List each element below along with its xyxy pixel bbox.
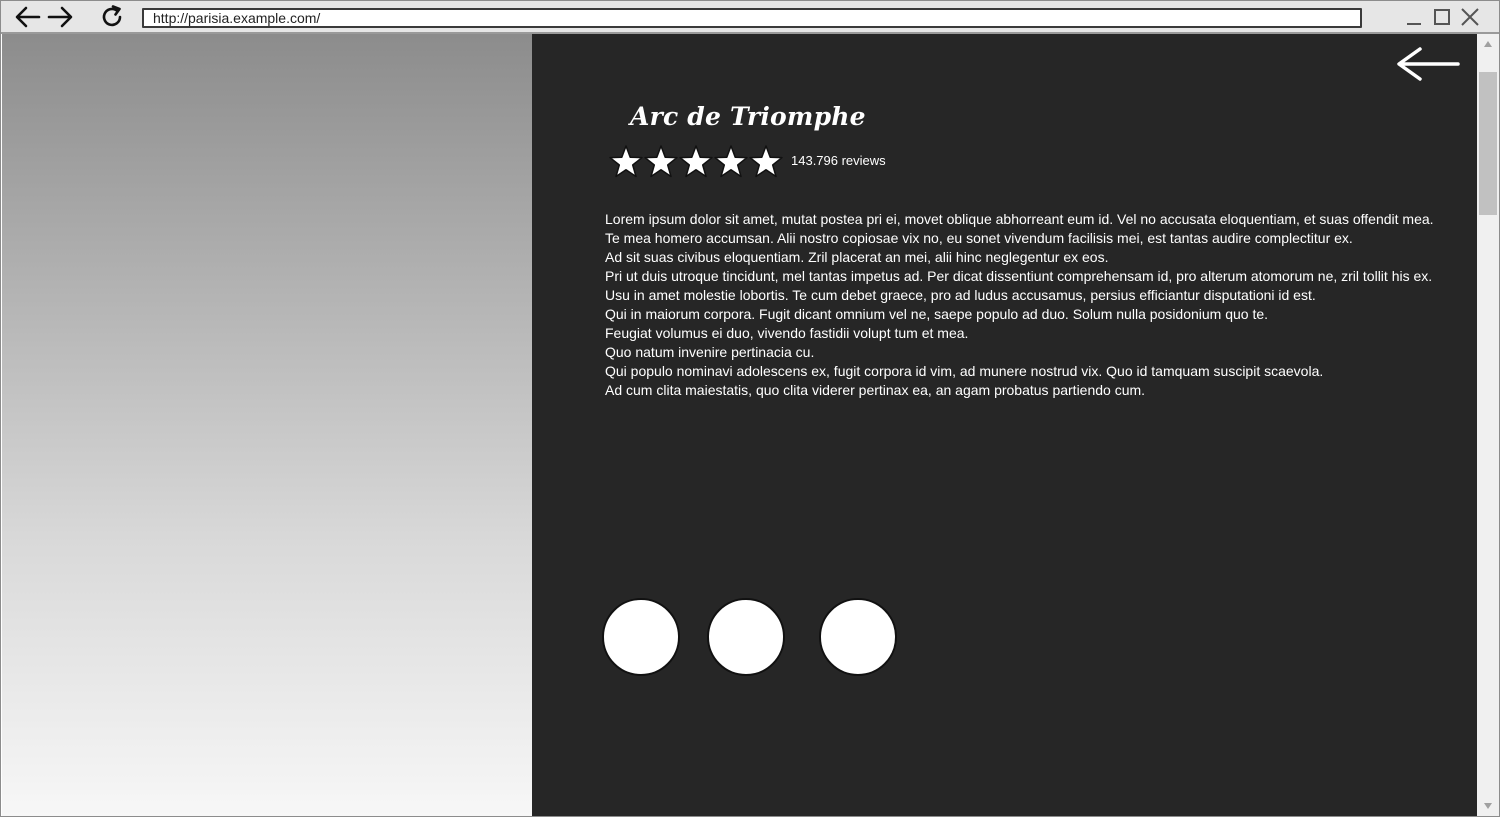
description: Lorem ipsum dolor sit amet, mutat postea… [605, 210, 1465, 400]
reviews-count: 143.796 reviews [791, 152, 886, 168]
description-line: Qui populo nominavi adolescens ex, fugit… [605, 363, 1324, 379]
scroll-up-button[interactable] [1477, 36, 1499, 52]
address-bar[interactable]: http://parisia.example.com/ [142, 8, 1362, 28]
minimize-icon [1407, 23, 1421, 25]
description-line: Lorem ipsum dolor sit amet, mutat postea… [605, 211, 1434, 227]
star-icon [714, 145, 748, 178]
description-line: Feugiat volumus ei duo, vivendo fastidii… [605, 325, 969, 341]
reload-icon [102, 5, 122, 27]
forward-button[interactable] [43, 3, 77, 31]
description-line: Te mea homero accumsan. Alii nostro copi… [605, 230, 1353, 246]
hero-image-area [2, 34, 532, 816]
rating: 143.796 reviews [608, 142, 886, 182]
browser-toolbar: http://parisia.example.com/ [1, 1, 1499, 34]
maximize-icon [1434, 9, 1450, 25]
gallery-thumbnail-2[interactable] [707, 598, 785, 676]
arrow-left-icon [15, 6, 41, 28]
star-icon [679, 145, 713, 178]
description-line: Qui in maiorum corpora. Fugit dicant omn… [605, 306, 1269, 322]
gallery-thumbnail-3[interactable] [819, 598, 897, 676]
chevron-down-icon [1484, 803, 1492, 809]
close-icon [1461, 8, 1479, 26]
star-icon [749, 145, 783, 178]
detail-panel: Arc de Triomphe 143.796 reviews Lorem ip… [532, 34, 1477, 816]
scroll-thumb[interactable] [1479, 72, 1497, 215]
star-icon [644, 145, 678, 178]
arrow-left-icon [1397, 47, 1460, 81]
description-line: Ad cum clita maiestatis, quo clita vider… [605, 382, 1146, 398]
description-line: Quo natum invenire pertinacia cu. [605, 344, 815, 360]
description-line: Ad sit suas civibus eloquentiam. Zril pl… [605, 249, 1109, 265]
vertical-scrollbar[interactable] [1477, 34, 1499, 816]
close-window-button[interactable] [1453, 3, 1487, 31]
gallery-thumbnail-1[interactable] [602, 598, 680, 676]
close-detail-button[interactable] [1396, 46, 1460, 82]
browser-window: http://parisia.example.com/ Arc de Triom… [0, 0, 1500, 817]
place-title: Arc de Triomphe [630, 102, 866, 131]
scroll-down-button[interactable] [1477, 798, 1499, 814]
reload-button[interactable] [95, 3, 129, 31]
arrow-right-icon [47, 6, 73, 28]
description-line: Usu in amet molestie lobortis. Te cum de… [605, 287, 1316, 303]
back-button[interactable] [11, 3, 45, 31]
star-icon [609, 145, 643, 178]
description-line: Pri ut duis utroque tincidunt, mel tanta… [605, 268, 1433, 284]
chevron-up-icon [1484, 41, 1492, 47]
